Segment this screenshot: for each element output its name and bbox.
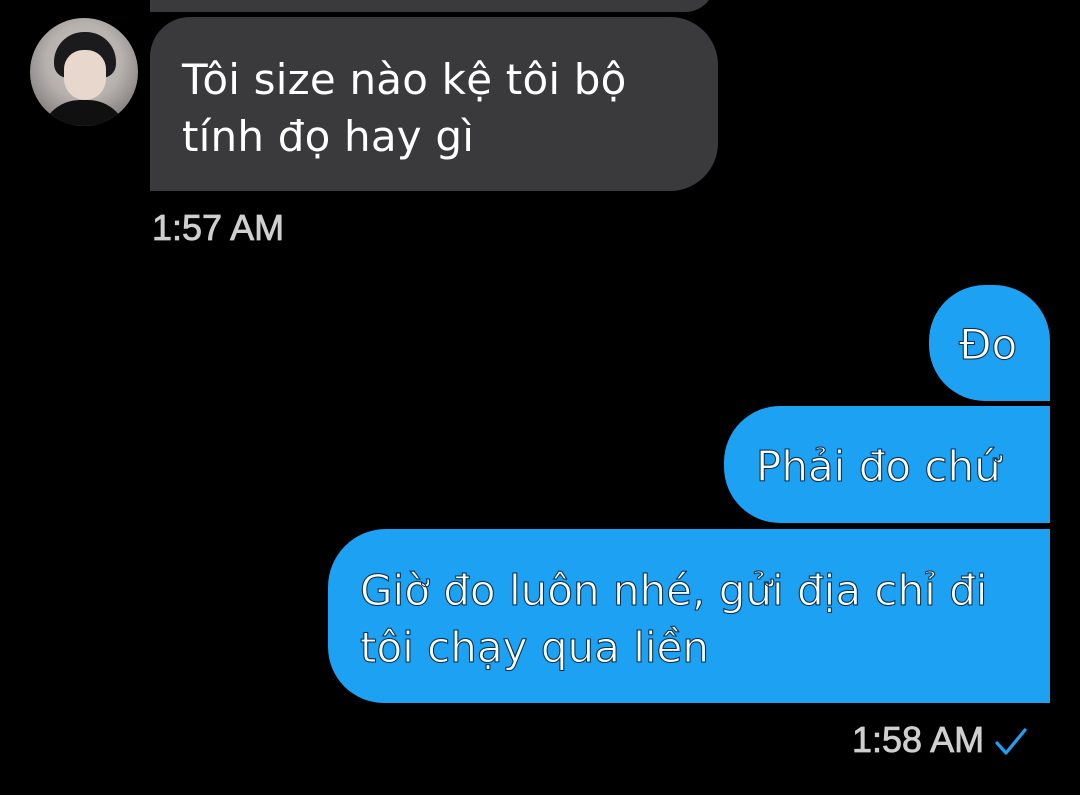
sent-message-bubble[interactable]: Phải đo chứ — [724, 406, 1050, 523]
received-timestamp: 1:57 AM — [152, 207, 285, 248]
sent-timestamp-row: 1:58 AM — [852, 719, 1028, 760]
sent-message-bubble[interactable]: Giờ đo luôn nhé, gửi địa chỉ đi tôi chạy… — [328, 529, 1050, 703]
avatar-face — [64, 50, 106, 100]
previous-message-bubble[interactable] — [150, 0, 715, 12]
chat-thread: Tôi size nào kệ tôi bộ tính đọ hay gì 1:… — [0, 0, 1080, 795]
sent-timestamp: 1:58 AM — [852, 719, 985, 760]
avatar[interactable] — [30, 18, 138, 126]
avatar-shirt — [40, 100, 128, 126]
received-message-text: Tôi size nào kệ tôi bộ tính đọ hay gì — [182, 55, 627, 161]
checkmark-icon — [994, 725, 1028, 755]
sent-message-bubble[interactable]: Đo — [929, 285, 1050, 401]
received-message-bubble[interactable]: Tôi size nào kệ tôi bộ tính đọ hay gì — [150, 17, 718, 191]
